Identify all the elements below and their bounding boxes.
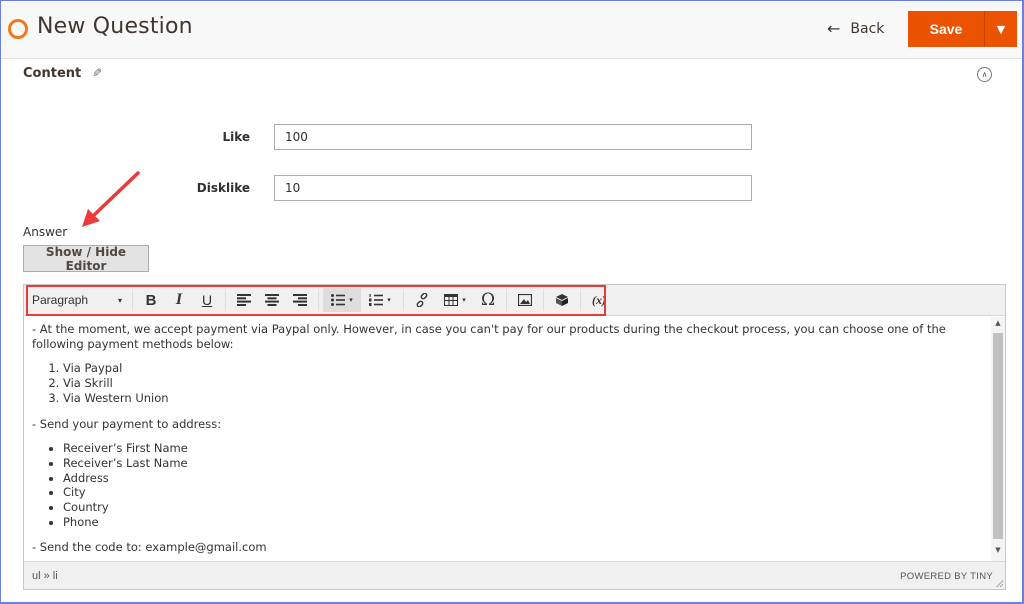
insert-table-button[interactable]: ▾ <box>436 288 474 312</box>
numbered-list-icon <box>369 294 384 306</box>
insert-link-button[interactable] <box>408 288 436 312</box>
list-item: Via Western Union <box>63 391 983 406</box>
align-right-button[interactable] <box>286 288 314 312</box>
omega-icon: Ω <box>480 290 496 310</box>
underline-icon: U <box>201 292 213 308</box>
italic-button[interactable]: I <box>165 288 193 312</box>
code-line: - Send the code to: example@gmail.com <box>32 540 267 555</box>
powered-by-link[interactable]: POWERED BY TINY <box>900 571 993 582</box>
align-center-button[interactable] <box>258 288 286 312</box>
bold-icon: B <box>145 291 157 309</box>
dislike-input[interactable] <box>274 175 752 201</box>
intro-paragraph: - At the moment, we accept payment via P… <box>32 322 946 351</box>
save-options-button[interactable]: ▼ <box>984 11 1017 47</box>
caret-down-icon: ▼ <box>996 22 1006 36</box>
list-item: Via Skrill <box>63 376 983 391</box>
image-icon <box>518 294 532 306</box>
show-hide-editor-button[interactable]: Show / Hide Editor <box>23 245 149 273</box>
insert-variable-button[interactable]: (x) <box>585 288 613 312</box>
caret-down-icon: ▾ <box>387 296 391 304</box>
format-select[interactable]: Paragraph ▾ <box>32 288 128 312</box>
caret-down-icon: ▾ <box>117 295 122 305</box>
resize-handle-icon[interactable] <box>996 580 1003 587</box>
toolbar-divider <box>318 289 319 311</box>
link-icon <box>416 293 428 307</box>
payment-methods-list: Via Paypal Via Skrill Via Western Union <box>32 361 983 405</box>
collapse-section-button[interactable]: ∧ <box>977 67 992 82</box>
format-select-value: Paragraph <box>32 293 89 307</box>
toolbar-divider <box>506 289 507 311</box>
toolbar-divider <box>580 289 581 311</box>
table-icon <box>444 294 459 306</box>
editor-content[interactable]: - At the moment, we accept payment via P… <box>24 317 991 561</box>
rich-text-editor: Paragraph ▾ B I U ▾ ▾ ▾ Ω (x) - At the m… <box>23 284 1006 590</box>
chevron-up-icon: ∧ <box>981 70 988 79</box>
toolbar-divider <box>132 289 133 311</box>
logo-icon <box>8 19 28 39</box>
toolbar-divider <box>403 289 404 311</box>
caret-down-icon: ▾ <box>349 296 353 304</box>
widget-cube-icon <box>556 294 568 306</box>
save-button[interactable]: Save <box>908 11 984 47</box>
insert-image-button[interactable] <box>511 288 539 312</box>
dislike-label: Disklike <box>196 181 250 195</box>
list-item: Phone <box>63 515 983 530</box>
page-header: New Question ← Back Save ▼ <box>1 1 1022 59</box>
list-item: Receiver’s First Name <box>63 441 983 456</box>
scroll-up-arrow-icon[interactable]: ▲ <box>991 319 1005 331</box>
back-button[interactable]: ← Back <box>827 19 884 38</box>
bold-button[interactable]: B <box>137 288 165 312</box>
align-left-button[interactable] <box>230 288 258 312</box>
editor-scrollbar[interactable]: ▲ ▼ <box>991 317 1005 561</box>
list-item: City <box>63 485 983 500</box>
variable-icon: (x) <box>592 292 606 307</box>
insert-widget-button[interactable] <box>548 288 576 312</box>
align-center-icon <box>265 294 279 306</box>
list-item: Receiver’s Last Name <box>63 456 983 471</box>
bullet-list-icon <box>331 294 346 306</box>
pencil-icon[interactable]: ✎ <box>92 66 102 80</box>
numbered-list-button[interactable]: ▾ <box>361 288 399 312</box>
list-item: Country <box>63 500 983 515</box>
editor-statusbar: ul » li POWERED BY TINY <box>24 561 1005 589</box>
page-title: New Question <box>37 14 193 39</box>
address-fields-list: Receiver’s First Name Receiver’s Last Na… <box>32 441 983 529</box>
annotation-arrow-icon <box>82 171 140 227</box>
bullet-list-button[interactable]: ▾ <box>323 288 361 312</box>
back-label: Back <box>850 20 885 37</box>
caret-down-icon: ▾ <box>462 296 466 304</box>
like-input[interactable] <box>274 124 752 150</box>
list-item: Address <box>63 471 983 486</box>
scroll-thumb[interactable] <box>993 333 1003 539</box>
like-label: Like <box>222 130 250 144</box>
scroll-down-arrow-icon[interactable]: ▼ <box>991 546 1005 558</box>
toolbar-divider <box>225 289 226 311</box>
underline-button[interactable]: U <box>193 288 221 312</box>
answer-label: Answer <box>23 225 68 239</box>
align-left-icon <box>237 294 251 306</box>
arrow-left-icon: ← <box>827 19 841 38</box>
special-character-button[interactable]: Ω <box>474 288 502 312</box>
align-right-icon <box>293 294 307 306</box>
list-item: Via Paypal <box>63 361 983 376</box>
element-path[interactable]: ul » li <box>32 570 58 582</box>
address-intro: - Send your payment to address: <box>32 416 222 431</box>
section-title: Content <box>23 66 82 81</box>
toolbar-divider <box>543 289 544 311</box>
italic-icon: I <box>175 291 183 308</box>
editor-toolbar: Paragraph ▾ B I U ▾ ▾ ▾ Ω (x) <box>24 285 1005 316</box>
